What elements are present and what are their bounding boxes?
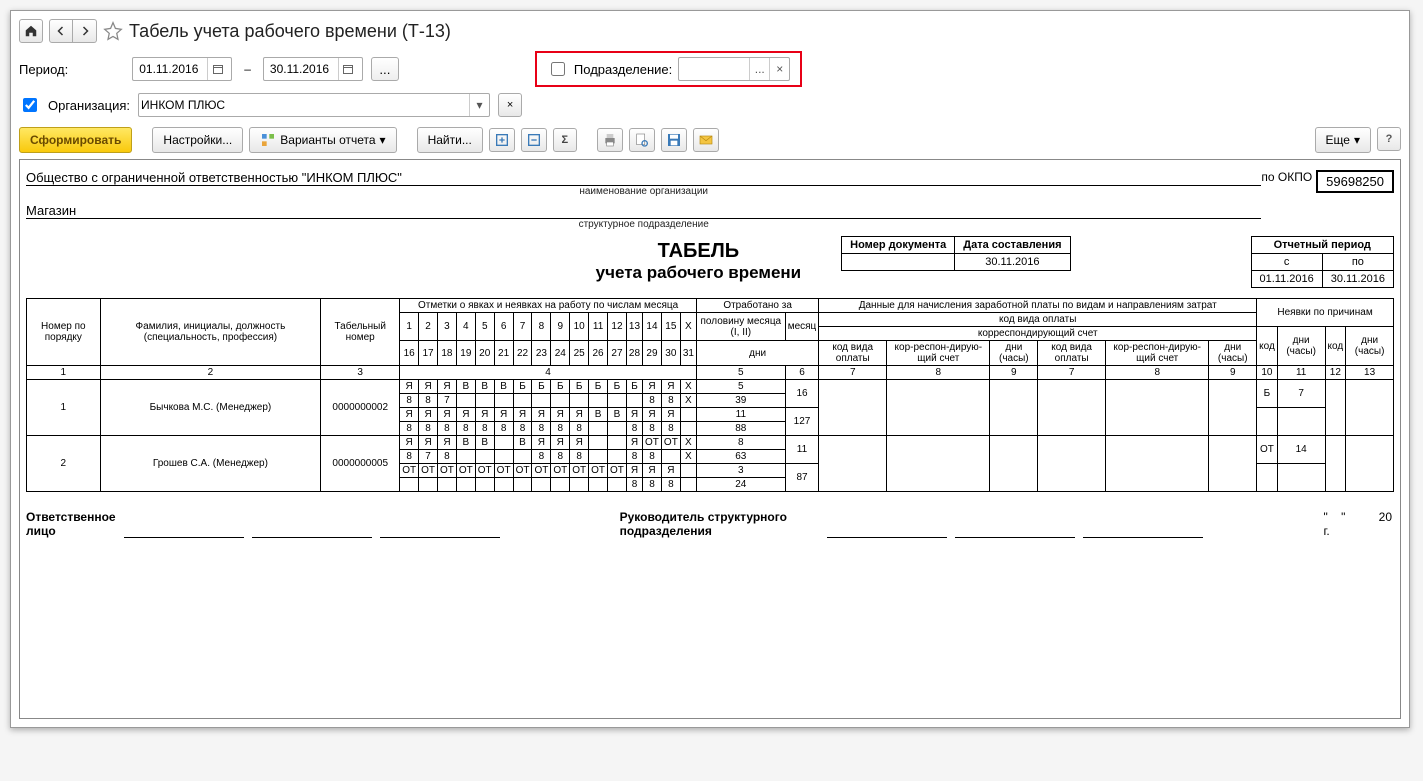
period-to-field[interactable] [263,57,363,81]
help-button[interactable]: ? [1377,127,1401,151]
variants-icon [260,132,276,148]
period-label: Период: [19,62,68,77]
floppy-icon [666,132,682,148]
report-body: Общество с ограниченной ответственностью… [19,159,1401,719]
preview-icon [634,132,650,148]
forward-button[interactable] [73,19,97,43]
calendar-icon [212,63,224,75]
subdivision-subtitle: структурное подразделение [26,219,1261,230]
arrow-right-icon [79,25,91,37]
titlebar: Табель учета рабочего времени (Т-13) [19,19,1401,43]
report-window: Табель учета рабочего времени (Т-13) Пер… [10,10,1410,728]
arrow-left-icon [55,25,67,37]
subdivision-field[interactable]: ... × [678,57,790,81]
more-button[interactable]: Еще ▾ [1315,127,1371,153]
period-from-input[interactable] [137,61,207,77]
generate-button[interactable]: Сформировать [19,127,132,153]
organization-checkbox[interactable] [23,98,37,112]
help-icon: ? [1386,133,1393,145]
settings-button[interactable]: Настройки... [152,127,243,153]
save-button[interactable] [661,128,687,152]
doc-info-table: Номер документаДата составления 30.11.20… [841,236,1070,271]
org-full-name: Общество с ограниченной ответственностью… [26,170,1261,186]
period-row: Период: – ... Подразделение: ... × [19,51,1401,87]
back-button[interactable] [49,19,73,43]
subdivision-select-button[interactable]: ... [749,58,769,80]
period-picker-button[interactable]: ... [371,57,399,81]
okpo-value: 59698250 [1316,170,1394,193]
organization-field[interactable]: ▾ [138,93,490,117]
sigma-icon: Σ [562,134,569,146]
signature-row: Ответственное лицо Руководитель структур… [26,510,1394,538]
timesheet-table: Номер по порядкуФамилия, инициалы, должн… [26,298,1394,492]
okpo-label: по ОКПО [1261,170,1312,184]
page-title: Табель учета рабочего времени (Т-13) [129,21,451,42]
subdivision-filter-highlight: Подразделение: ... × [535,51,802,87]
period-to-input[interactable] [268,61,338,77]
organization-dropdown-button[interactable]: ▾ [469,94,489,116]
print-button[interactable] [597,128,623,152]
expand-icon [494,132,510,148]
report-variants-button[interactable]: Варианты отчета ▾ [249,127,396,153]
calendar-from-button[interactable] [207,58,227,80]
toolbar: Сформировать Настройки... Варианты отчет… [19,127,1401,153]
report-period-table: Отчетный период спо 01.11.201630.11.2016 [1251,236,1395,288]
period-dash: – [244,62,251,76]
subdivision-clear-button[interactable]: × [769,58,789,80]
org-subtitle: наименование организации [26,186,1261,197]
email-icon [698,132,714,148]
expand-button[interactable] [489,128,515,152]
home-button[interactable] [19,19,43,43]
subdivision-name: Магазин [26,203,1261,219]
subdivision-checkbox[interactable] [551,62,565,76]
period-from-field[interactable] [132,57,232,81]
subdivision-input[interactable] [679,61,749,77]
chevron-down-icon: ▾ [1354,133,1360,147]
collapse-icon [526,132,542,148]
organization-clear-button[interactable]: × [498,93,522,117]
nav-group [49,19,97,43]
organization-row: Организация: ▾ × [19,93,1401,117]
calendar-to-button[interactable] [338,58,358,80]
collapse-button[interactable] [521,128,547,152]
home-icon [24,24,38,38]
tabel-title: ТАБЕЛЬ учета рабочего времени [596,240,801,283]
organization-label: Организация: [48,98,130,113]
sum-button[interactable]: Σ [553,128,577,152]
chevron-down-icon: ▾ [380,133,386,147]
calendar-icon [342,63,354,75]
find-button[interactable]: Найти... [417,127,483,153]
print-icon [602,132,618,148]
subdivision-label: Подразделение: [574,62,672,77]
organization-input[interactable] [139,97,469,113]
favorite-star-icon[interactable] [103,21,123,41]
email-button[interactable] [693,128,719,152]
preview-button[interactable] [629,128,655,152]
